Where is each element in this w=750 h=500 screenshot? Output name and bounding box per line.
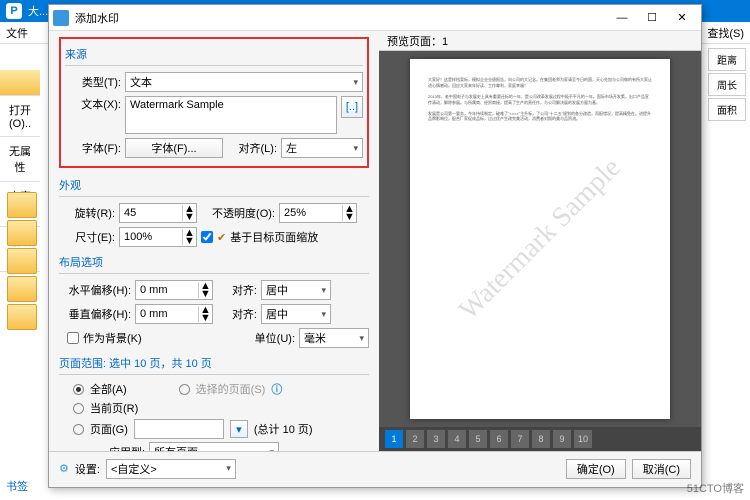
side-noattr[interactable]: 无属性 [0,137,40,182]
watermark-overlay: Watermark Sample [450,149,630,329]
preview-header: 预览页面：1 [379,31,701,51]
thumb-9[interactable]: 9 [553,430,571,448]
dialog-title: 添加水印 [75,10,119,26]
minimize-button[interactable]: — [607,8,637,28]
sidebar-tool-icon[interactable] [7,304,37,330]
blog-watermark: 51CTO博客 [687,480,744,496]
side-bookmark[interactable]: 书签 [6,478,28,494]
radio-all[interactable] [73,384,84,395]
applyto-label: 应用到: [109,444,145,451]
scale-checkbox [201,231,213,243]
align-combo[interactable]: 左 [281,138,363,158]
gear-icon[interactable]: ⚙ [59,462,69,475]
unit-label: 单位(U): [245,330,295,346]
font-button[interactable]: 字体(F)... [125,138,223,158]
scale-spinner[interactable]: 100%▲▼ [119,227,197,247]
dialog-icon [53,10,69,26]
menu-file[interactable]: 文件 [6,25,28,41]
radio-current[interactable] [73,403,84,414]
bg-app-title: 大... [28,3,48,19]
range-input[interactable] [134,419,224,439]
thumbnail-bar: 12345678910 [379,427,701,451]
applyto-combo[interactable]: 所有页面 [149,442,279,451]
menu-find[interactable]: 查找(S) [707,25,744,41]
halign-combo[interactable]: 居中 [261,280,331,300]
valign-combo[interactable]: 居中 [261,304,331,324]
sidebar-tool-icon[interactable] [7,192,37,218]
sidebar-tool-icon[interactable] [7,276,37,302]
thumb-4[interactable]: 4 [448,430,466,448]
rotate-spinner[interactable]: 45▲▼ [119,203,197,223]
sidebar-tool-icon[interactable] [7,220,37,246]
thumb-8[interactable]: 8 [532,430,550,448]
source-highlight: 来源 类型(T): 文本 文本(X): Watermark Sample [..… [59,37,369,168]
font-label: 字体(F): [65,140,121,156]
unit-combo[interactable]: 毫米 [299,328,369,348]
thumb-1[interactable]: 1 [385,430,403,448]
right-perimeter[interactable]: 周长 [708,73,746,96]
thumb-2[interactable]: 2 [406,430,424,448]
cancel-button[interactable]: 取消(C) [632,459,691,479]
type-label: 类型(T): [65,74,121,90]
radio-selected[interactable] [179,384,190,395]
maximize-button[interactable]: ☐ [637,8,667,28]
scale-label: 尺寸(E): [59,229,115,245]
right-distance[interactable]: 距离 [708,48,746,71]
radio-range[interactable] [73,424,84,435]
valign-label: 对齐: [217,306,257,322]
folder-icon[interactable] [0,70,40,96]
group-pages: 页面范围: 选中 10 页，共 10 页 [59,352,369,375]
settings-label: 设置: [75,461,100,477]
hoff-label: 水平偏移(H): [59,282,131,298]
settings-combo[interactable]: <自定义> [106,459,236,479]
voff-spinner[interactable]: 0 mm▲▼ [135,304,213,324]
thumb-3[interactable]: 3 [427,430,445,448]
align-label: 对齐(L): [227,140,277,156]
halign-label: 对齐: [217,282,257,298]
group-source: 来源 [65,43,363,66]
sidebar-tool-icon[interactable] [7,248,37,274]
thumb-7[interactable]: 7 [511,430,529,448]
opacity-label: 不透明度(O): [201,205,275,221]
thumb-6[interactable]: 6 [490,430,508,448]
ok-button[interactable]: 确定(O) [566,459,626,479]
info-icon[interactable]: ⓘ [271,381,282,397]
thumb-5[interactable]: 5 [469,430,487,448]
scale-to-page-check[interactable]: ✔基于目标页面缩放 [201,229,318,245]
hoff-spinner[interactable]: 0 mm▲▼ [135,280,213,300]
rotate-label: 旋转(R): [59,205,115,221]
watermark-text-input[interactable]: Watermark Sample [125,96,337,134]
type-combo[interactable]: 文本 [125,72,363,92]
range-picker-button[interactable]: ▾ [230,420,248,438]
close-button[interactable]: ✕ [667,8,697,28]
opacity-spinner[interactable]: 25%▲▼ [279,203,357,223]
app-logo: P [6,3,22,19]
thumb-10[interactable]: 10 [574,430,592,448]
text-macro-button[interactable]: [..] [341,96,363,118]
right-area[interactable]: 面积 [708,98,746,121]
text-label: 文本(X): [65,96,121,112]
watermark-dialog: 添加水印 — ☐ ✕ 来源 类型(T): 文本 文本(X): Watermark… [48,4,702,488]
group-appearance: 外观 [59,174,369,197]
side-open[interactable]: 打开(O).. [0,96,40,137]
as-background-check[interactable]: 作为背景(K) [67,330,142,346]
group-layout: 布局选项 [59,251,369,274]
preview-page: 大家好！这是样档案标，模拟企业业绩报告，向公司的大记念。在集团老师为家请至今日的… [410,59,670,419]
voff-label: 垂直偏移(H): [59,306,131,322]
